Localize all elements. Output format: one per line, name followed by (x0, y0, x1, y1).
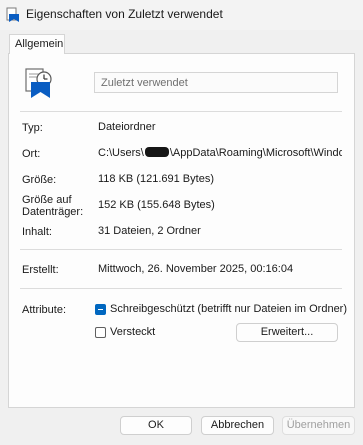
tab-allgemein[interactable]: Allgemein (9, 34, 65, 54)
size-on-disk-label-line2: Datenträger: (22, 206, 84, 218)
folder-recent-icon (25, 68, 52, 98)
apply-button[interactable]: Übernehmen (282, 416, 355, 435)
readonly-label[interactable]: Schreibgeschützt (betrifft nur Dateien i… (110, 303, 347, 315)
type-label: Typ: (22, 122, 43, 134)
ok-button[interactable]: OK (120, 416, 192, 435)
folder-name-value: Zuletzt verwendet (101, 77, 188, 89)
size-label: Größe: (22, 174, 57, 186)
created-value: Mittwoch, 26. November 2025, 00:16:04 (98, 263, 294, 275)
cancel-button[interactable]: Abbrechen (201, 416, 274, 435)
redacted-username (144, 147, 169, 157)
created-label: Erstellt: (22, 264, 59, 276)
hidden-label[interactable]: Versteckt (110, 326, 155, 338)
size-on-disk-value: 152 KB (155.648 Bytes) (98, 199, 215, 211)
separator (20, 288, 342, 289)
hidden-checkbox[interactable] (95, 327, 106, 338)
separator (20, 249, 342, 250)
advanced-button[interactable]: Erweitert... (236, 323, 338, 342)
type-value: Dateiordner (98, 121, 156, 133)
size-on-disk-label-line1: Größe auf (22, 194, 72, 206)
tab-label: Allgemein (15, 38, 64, 50)
location-path-prefix: C:\Users\ (98, 147, 144, 159)
location-path-suffix: \AppData\Roaming\Microsoft\Windows\Recen… (169, 147, 342, 159)
readonly-checkbox[interactable] (95, 304, 106, 315)
size-value: 118 KB (121.691 Bytes) (98, 173, 214, 185)
separator (20, 111, 342, 112)
folder-name-field[interactable]: Zuletzt verwendet (94, 72, 338, 93)
window-title: Eigenschaften von Zuletzt verwendet (26, 7, 223, 21)
title-bar[interactable]: Eigenschaften von Zuletzt verwendet (0, 0, 363, 30)
location-label: Ort: (22, 148, 41, 160)
location-value[interactable]: C:\Users\ \AppData\Roaming\Microsoft\Wind… (98, 147, 342, 161)
contents-label: Inhalt: (22, 226, 52, 238)
contents-value: 31 Dateien, 2 Ordner (98, 225, 201, 237)
folder-properties-icon (6, 7, 19, 22)
attributes-label: Attribute: (22, 304, 67, 316)
